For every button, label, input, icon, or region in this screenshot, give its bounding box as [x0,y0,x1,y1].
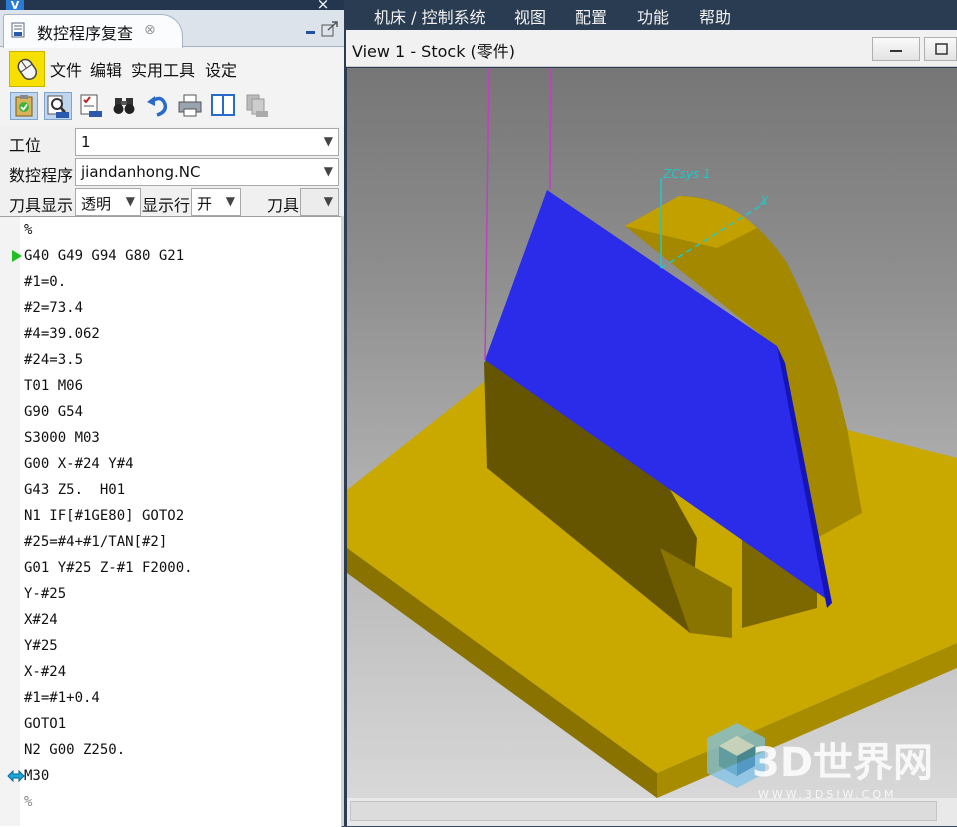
find-button[interactable] [111,92,139,120]
code-line[interactable]: #24=3.5 [24,352,83,368]
end-marker-icon [7,769,25,783]
check-clipboard-button[interactable] [10,92,38,120]
stock-model: ZCsys 1 X 3D世界网 WWW.3DSJW.COM [347,68,957,798]
station-value: 1 [81,133,91,151]
check-clipboard-icon [15,95,33,117]
code-line[interactable]: G90 G54 [24,404,83,420]
code-line[interactable]: #25=#4+#1/TAN[#2] [24,534,167,550]
menu-edit[interactable]: 编辑 [90,57,122,81]
tool-path-line [549,68,552,191]
mouse-icon[interactable] [9,51,45,87]
disabled-nc-icon [246,94,268,117]
nc-document-icon [11,22,25,38]
chevron-down-icon: ▼ [323,194,333,208]
tool-path-line [484,68,490,361]
code-line[interactable]: GOTO1 [24,716,66,732]
undock-icon [321,21,338,37]
tool-label: 刀具 [267,196,300,215]
viewport-horizontal-scrollbar[interactable] [350,801,937,821]
code-line[interactable]: X-#24 [24,664,66,680]
menu-view[interactable]: 视图 [514,4,546,28]
tool-select[interactable]: ▼ [300,188,339,216]
x-axis-label: X [759,194,769,208]
code-line[interactable]: G43 Z5. H01 [24,482,125,498]
program-value: jiandanhong.NC [81,163,201,181]
code-line[interactable]: #1=#1+0.4 [24,690,100,706]
code-line[interactable]: N2 G00 Z250. [24,742,125,758]
zoom-nc-button[interactable] [44,92,72,120]
chevron-down-icon: ▼ [323,134,333,148]
menu-utilities[interactable]: 实用工具 [131,57,195,81]
code-line[interactable]: % [24,222,32,238]
viewport-maximize-button[interactable] [924,37,957,61]
code-gutter [0,217,20,826]
show-line-value: 开 [197,195,213,213]
code-line[interactable]: G00 X-#24 Y#4 [24,456,134,472]
code-line[interactable]: Y-#25 [24,586,66,602]
code-line[interactable]: #2=73.4 [24,300,83,316]
panel-undock-button[interactable] [321,20,339,38]
panel-minimize-button[interactable] [305,20,317,36]
menu-help[interactable]: 帮助 [699,4,731,28]
app-title-strip [0,0,344,10]
menu-function[interactable]: 功能 [637,4,669,28]
minimize-icon [890,50,902,52]
minimize-icon [306,31,315,34]
menu-machine-control[interactable]: 机床 / 控制系统 [374,4,486,28]
code-line[interactable]: % [24,794,32,810]
viewport-minimize-button[interactable] [872,37,920,61]
code-line[interactable]: Y#25 [24,638,58,654]
code-line[interactable]: M30 [24,768,49,784]
3d-viewport[interactable]: ZCsys 1 X 3D世界网 WWW.3DSJW.COM [347,68,957,798]
program-label: 数控程序 [9,166,74,185]
watermark-brand: 3D世界网 [752,740,933,786]
menu-settings[interactable]: 设定 [205,57,237,81]
code-line[interactable]: X#24 [24,612,58,628]
split-view-icon [211,94,235,116]
tab-title: 数控程序复查 [37,24,134,43]
station-select[interactable]: 1 ▼ [75,128,339,156]
chevron-down-icon: ▼ [323,164,333,178]
maximize-icon [935,43,948,55]
watermark-url: WWW.3DSJW.COM [758,788,897,798]
menu-file[interactable]: 文件 [50,57,82,81]
show-line-label: 显示行 [142,196,191,215]
menu-config[interactable]: 配置 [575,4,607,28]
code-line[interactable]: G40 G49 G94 G80 G21 [24,248,184,264]
viewport-title: View 1 - Stock (零件) [352,42,516,61]
tool-display-label: 刀具显示 [9,196,74,215]
code-line[interactable]: #4=39.062 [24,326,100,342]
disabled-nc-button[interactable] [244,92,272,120]
show-line-select[interactable]: 开 ▼ [191,188,241,216]
print-icon [178,94,202,117]
code-line[interactable]: N1 IF[#1GE80] GOTO2 [24,508,184,524]
binoculars-icon [113,98,135,114]
checklist-nc-icon [80,94,102,117]
csys-label: ZCsys 1 [662,167,711,181]
station-label: 工位 [9,136,42,155]
code-line[interactable]: #1=0. [24,274,66,290]
current-line-arrow-icon [12,250,22,262]
chevron-down-icon: ▼ [225,194,235,208]
chevron-down-icon: ▼ [125,194,135,208]
checklist-nc-button[interactable] [78,92,106,120]
tool-display-value: 透明 [81,195,112,213]
program-select[interactable]: jiandanhong.NC ▼ [75,158,339,186]
tab-close-button[interactable]: ⊗ [144,22,156,38]
code-line[interactable]: S3000 M03 [24,430,100,446]
tool-display-select[interactable]: 透明 ▼ [75,188,141,216]
print-button[interactable] [177,92,205,120]
code-line[interactable]: G01 Y#25 Z-#1 F2000. [24,560,193,576]
code-line[interactable]: T01 M06 [24,378,83,394]
split-view-button[interactable] [210,92,238,120]
zoom-nc-icon [47,95,69,118]
undo-button[interactable] [145,92,173,120]
undo-icon [147,96,168,117]
